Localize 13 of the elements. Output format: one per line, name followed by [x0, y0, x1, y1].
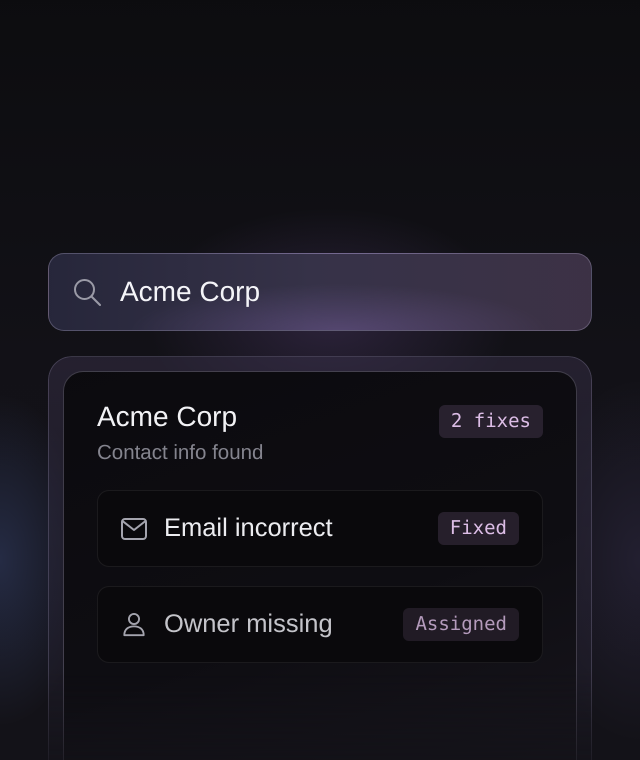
issue-label: Owner missing: [164, 610, 334, 639]
company-name: Acme Corp: [97, 401, 238, 433]
search-icon: [73, 278, 101, 306]
status-badge: Fixed: [438, 512, 519, 545]
envelope-icon: [121, 516, 147, 540]
issue-row[interactable]: Email incorrect Fixed: [97, 490, 543, 567]
person-icon: [121, 612, 147, 636]
fix-count-badge: 2 fixes: [438, 405, 543, 438]
issue-label: Email incorrect: [164, 514, 334, 543]
result-subtitle: Contact info found: [97, 441, 264, 465]
status-badge: Assigned: [403, 608, 519, 641]
issue-row[interactable]: Owner missing Assigned: [97, 586, 543, 663]
search-field[interactable]: Acme Corp: [48, 253, 592, 331]
